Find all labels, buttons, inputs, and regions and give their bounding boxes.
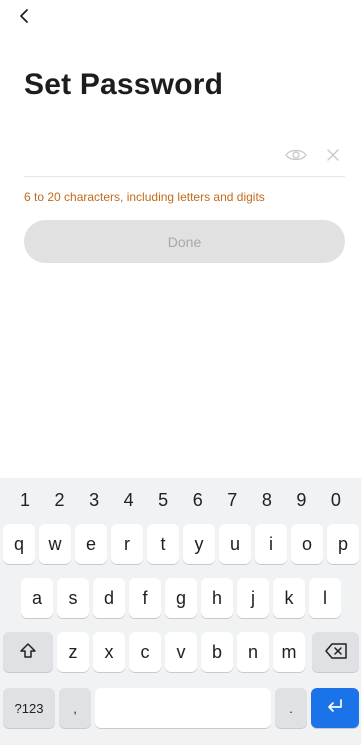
space-key[interactable] <box>95 688 271 728</box>
key-n[interactable]: n <box>237 632 269 672</box>
key-a[interactable]: a <box>21 578 53 618</box>
symbols-key[interactable]: ?123 <box>3 688 55 728</box>
on-screen-keyboard: 1 2 3 4 5 6 7 8 9 0 q w e r t y u i o p … <box>0 478 361 745</box>
keyboard-number-row: 1 2 3 4 5 6 7 8 9 0 <box>0 478 361 522</box>
key-t[interactable]: t <box>147 524 179 564</box>
key-b[interactable]: b <box>201 632 233 672</box>
comma-key[interactable]: , <box>59 688 91 728</box>
page-title: Set Password <box>24 68 224 101</box>
key-2[interactable]: 2 <box>43 480 77 520</box>
key-x[interactable]: x <box>93 632 125 672</box>
period-key[interactable]: . <box>275 688 307 728</box>
back-button[interactable] <box>10 4 38 32</box>
key-g[interactable]: g <box>165 578 197 618</box>
key-v[interactable]: v <box>165 632 197 672</box>
key-l[interactable]: l <box>309 578 341 618</box>
key-w[interactable]: w <box>39 524 71 564</box>
key-i[interactable]: i <box>255 524 287 564</box>
key-3[interactable]: 3 <box>77 480 111 520</box>
keyboard-row-1: q w e r t y u i o p <box>0 524 361 564</box>
key-k[interactable]: k <box>273 578 305 618</box>
close-icon[interactable] <box>323 145 343 165</box>
enter-key[interactable] <box>311 688 359 728</box>
key-f[interactable]: f <box>129 578 161 618</box>
key-d[interactable]: d <box>93 578 125 618</box>
key-z[interactable]: z <box>57 632 89 672</box>
backspace-key[interactable] <box>312 632 359 672</box>
key-h[interactable]: h <box>201 578 233 618</box>
key-1[interactable]: 1 <box>8 480 42 520</box>
password-input[interactable] <box>24 136 274 174</box>
key-e[interactable]: e <box>75 524 107 564</box>
chevron-left-icon <box>17 8 31 29</box>
key-0[interactable]: 0 <box>319 480 353 520</box>
key-q[interactable]: q <box>3 524 35 564</box>
shift-key[interactable] <box>3 632 53 672</box>
key-7[interactable]: 7 <box>215 480 249 520</box>
eye-icon[interactable] <box>285 146 307 164</box>
keyboard-row-4: ?123 , . <box>0 688 361 728</box>
key-j[interactable]: j <box>237 578 269 618</box>
key-m[interactable]: m <box>273 632 305 672</box>
key-o[interactable]: o <box>291 524 323 564</box>
key-s[interactable]: s <box>57 578 89 618</box>
keyboard-row-3: z x c v b n m <box>0 632 361 672</box>
backspace-icon <box>324 642 348 663</box>
key-5[interactable]: 5 <box>146 480 180 520</box>
key-4[interactable]: 4 <box>112 480 146 520</box>
password-field <box>24 136 345 177</box>
password-hint: 6 to 20 characters, including letters an… <box>24 190 265 204</box>
key-y[interactable]: y <box>183 524 215 564</box>
key-9[interactable]: 9 <box>284 480 318 520</box>
key-u[interactable]: u <box>219 524 251 564</box>
done-button[interactable]: Done <box>24 220 345 263</box>
key-6[interactable]: 6 <box>181 480 215 520</box>
key-p[interactable]: p <box>327 524 359 564</box>
enter-icon <box>325 698 345 719</box>
key-c[interactable]: c <box>129 632 161 672</box>
keyboard-row-2: a s d f g h j k l <box>0 578 361 618</box>
shift-icon <box>18 641 38 664</box>
key-8[interactable]: 8 <box>250 480 284 520</box>
key-r[interactable]: r <box>111 524 143 564</box>
